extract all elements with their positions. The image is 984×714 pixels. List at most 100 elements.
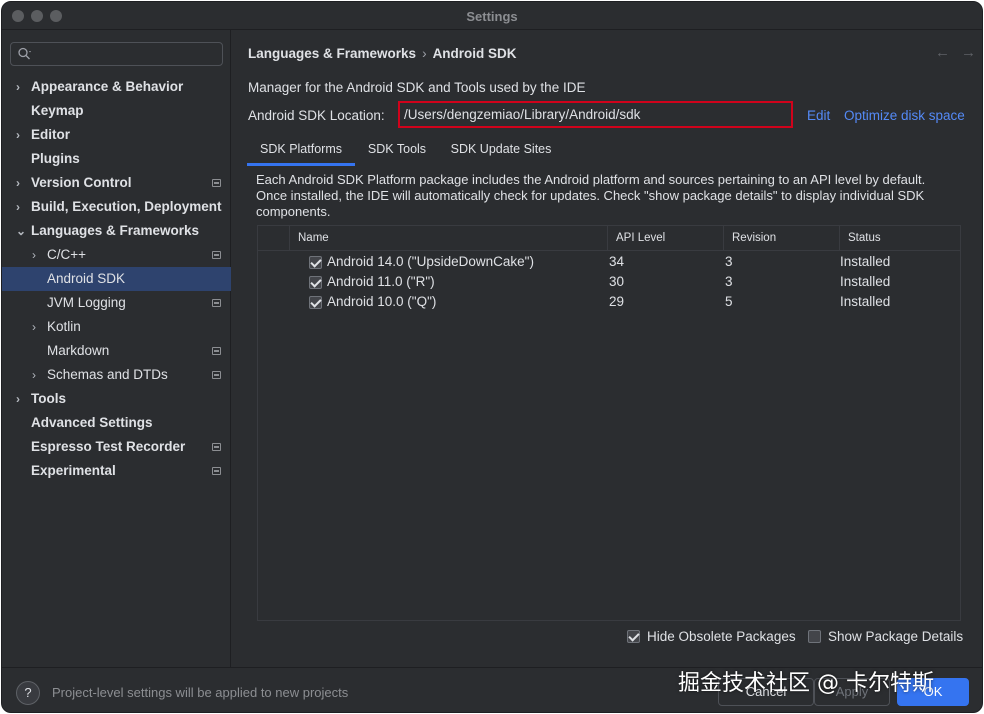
revision: 3 (725, 254, 733, 269)
show-details-checkbox[interactable] (808, 630, 821, 643)
table-row[interactable]: Android 14.0 ("UpsideDownCake") 34 3 Instal… (258, 252, 960, 272)
column-header-name[interactable]: Name (289, 226, 607, 251)
project-scope-icon (212, 251, 221, 259)
sidebar-item-label: Appearance & Behavior (31, 79, 184, 94)
page-description: Manager for the Android SDK and Tools us… (248, 80, 586, 95)
revision: 5 (725, 294, 733, 309)
chevron-right-icon[interactable]: › (16, 75, 26, 99)
search-icon (17, 46, 33, 62)
sdk-platforms-intro: Each Android SDK Platform package includ… (256, 172, 926, 219)
chevron-right-icon[interactable]: › (16, 171, 26, 195)
settings-search-field[interactable] (10, 42, 223, 66)
chevron-right-icon[interactable]: › (32, 243, 42, 267)
table-row[interactable]: Android 11.0 ("R") 30 3 Installed (258, 272, 960, 292)
window-title: Settings (466, 9, 518, 24)
sidebar-item-label: Tools (31, 391, 66, 406)
chevron-right-icon[interactable]: › (32, 315, 42, 339)
show-details-label: Show Package Details (828, 629, 964, 644)
api-level: 30 (609, 274, 625, 289)
table-row[interactable]: Android 10.0 ("Q") 29 5 Installed (258, 292, 960, 312)
sidebar-item-label: Editor (31, 127, 70, 142)
footer-note: Project-level settings will be applied t… (52, 685, 349, 700)
status-text: Installed (840, 274, 891, 289)
breadcrumb-parent[interactable]: Languages & Frameworks (248, 46, 416, 61)
sidebar-item-label: Version Control (31, 175, 132, 190)
sidebar-item-advanced-settings[interactable]: Advanced Settings (2, 411, 231, 435)
column-header-status[interactable]: Status (839, 226, 961, 251)
optimize-disk-space-link[interactable]: Optimize disk space (844, 108, 965, 123)
sdk-location-label: Android SDK Location: (248, 108, 385, 123)
sdk-platforms-pane: Each Android SDK Platform package includ… (256, 172, 967, 220)
project-scope-icon (212, 443, 221, 451)
project-scope-icon (212, 299, 221, 307)
sidebar-item-label: Markdown (47, 343, 110, 358)
chevron-right-icon[interactable]: › (16, 387, 26, 411)
settings-content: Languages & Frameworks › Android SDK ← → M… (232, 30, 982, 667)
edit-link[interactable]: Edit (807, 108, 830, 123)
help-button[interactable]: ? (16, 681, 40, 705)
status-text: Installed (840, 294, 891, 309)
sidebar-item-experimental[interactable]: Experimental (2, 459, 231, 483)
sidebar-item-editor[interactable]: › Editor (2, 123, 231, 147)
sidebar-item-label: Experimental (31, 463, 116, 478)
breadcrumb-separator: › (422, 46, 427, 61)
chevron-right-icon[interactable]: › (16, 195, 26, 219)
sidebar-item-languages-frameworks[interactable]: ⌄ Languages & Frameworks (2, 219, 231, 243)
settings-window: Settings › Appearance & Behavior Keymap › Ed… (1, 1, 983, 713)
forward-arrow-icon[interactable]: → (961, 44, 976, 61)
api-level: 29 (609, 294, 625, 309)
package-checkbox[interactable] (309, 296, 322, 309)
sidebar-item-version-control[interactable]: › Version Control (2, 171, 231, 195)
tab-sdk-platforms[interactable]: SDK Platforms (247, 136, 355, 166)
project-scope-icon (212, 371, 221, 379)
sidebar-item-label: Schemas and DTDs (47, 367, 168, 382)
revision: 3 (725, 274, 733, 289)
sidebar-item-label: Advanced Settings (31, 415, 153, 430)
sidebar-item-label: C/C++ (47, 247, 87, 262)
chevron-down-icon[interactable]: ⌄ (16, 219, 26, 243)
sidebar-item-label: Keymap (31, 103, 84, 118)
sidebar-item-c-c[interactable]: › C/C++ (2, 243, 231, 267)
chevron-right-icon[interactable]: › (16, 123, 26, 147)
column-header-api-level[interactable]: API Level (607, 226, 723, 251)
package-name: Android 11.0 ("R") (327, 274, 435, 289)
breadcrumb: Languages & Frameworks › Android SDK (248, 46, 517, 61)
sidebar-item-android-sdk[interactable]: Android SDK (2, 267, 231, 291)
title-bar: Settings (2, 2, 982, 30)
sidebar-item-keymap[interactable]: Keymap (2, 99, 231, 123)
sidebar-item-label: Languages & Frameworks (31, 223, 200, 238)
project-scope-icon (212, 179, 221, 187)
sidebar-item-kotlin[interactable]: › Kotlin (2, 315, 231, 339)
sidebar-item-jvm-logging[interactable]: JVM Logging (2, 291, 231, 315)
sidebar-item-build-execution-deployment[interactable]: › Build, Execution, Deployment (2, 195, 231, 219)
project-scope-icon (212, 467, 221, 475)
chevron-right-icon[interactable]: › (32, 363, 42, 387)
watermark-text: 掘金技术社区 @ 卡尔特斯 (678, 671, 934, 696)
sidebar-item-label: JVM Logging (47, 295, 126, 310)
sidebar-item-espresso-test-recorder[interactable]: Espresso Test Recorder (2, 435, 231, 459)
project-scope-icon (212, 347, 221, 355)
tab-sdk-tools[interactable]: SDK Tools (357, 136, 437, 166)
package-checkbox[interactable] (309, 256, 322, 269)
sidebar-item-markdown[interactable]: Markdown (2, 339, 231, 363)
table-header: Name API Level Revision Status (258, 226, 960, 251)
sdk-platforms-table: Name API Level Revision Status Android 1… (257, 225, 961, 621)
package-name: Android 14.0 ("UpsideDownCake") (327, 254, 534, 269)
package-name: Android 10.0 ("Q") (327, 294, 437, 309)
column-header-revision[interactable]: Revision (723, 226, 839, 251)
sdk-location-input[interactable] (398, 101, 793, 128)
hide-obsolete-label: Hide Obsolete Packages (647, 629, 796, 644)
sidebar-item-label: Espresso Test Recorder (31, 439, 186, 454)
breadcrumb-current: Android SDK (432, 46, 517, 61)
package-checkbox[interactable] (309, 276, 322, 289)
sidebar-item-tools[interactable]: › Tools (2, 387, 231, 411)
sidebar-item-plugins[interactable]: Plugins (2, 147, 231, 171)
sidebar-item-label: Android SDK (47, 271, 126, 286)
back-arrow-icon[interactable]: ← (935, 44, 950, 61)
sidebar-item-label: Build, Execution, Deployment (31, 199, 222, 214)
hide-obsolete-checkbox[interactable] (627, 630, 640, 643)
tab-sdk-update-sites[interactable]: SDK Update Sites (440, 136, 562, 166)
sidebar-item-schemas-and-dtds[interactable]: › Schemas and DTDs (2, 363, 231, 387)
sidebar-item-appearance-behavior[interactable]: › Appearance & Behavior (2, 75, 231, 99)
sidebar-item-label: Kotlin (47, 319, 81, 334)
